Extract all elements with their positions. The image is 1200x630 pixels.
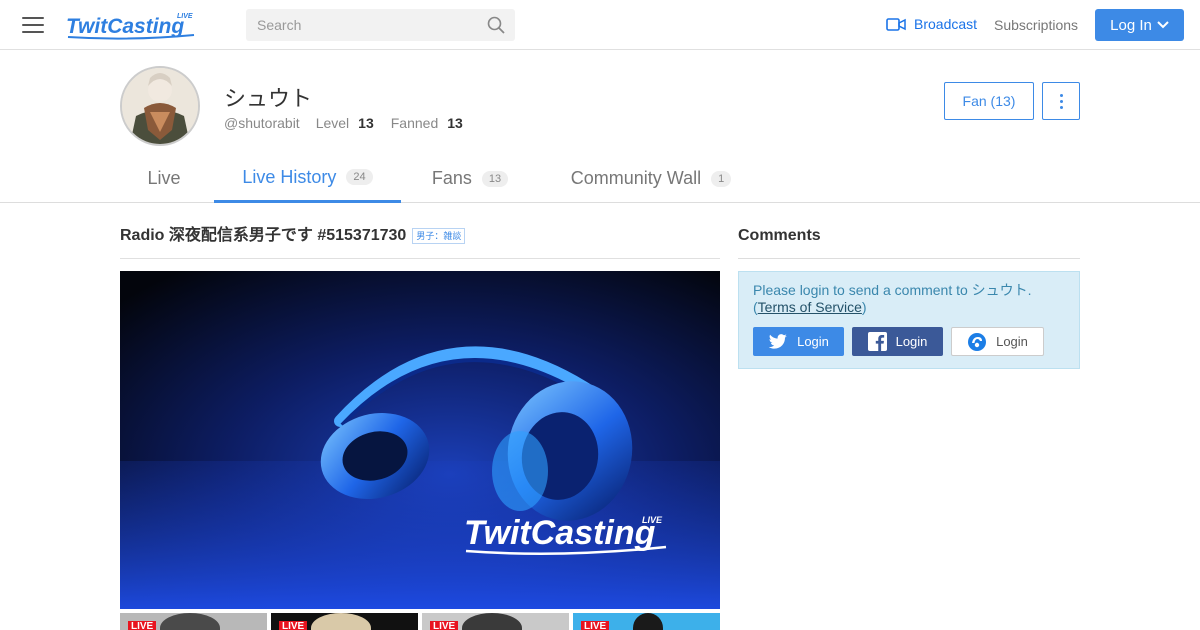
twitcasting-login-label: Login xyxy=(996,334,1028,349)
profile-name: シュウト xyxy=(224,86,313,111)
tab-count-badge: 24 xyxy=(346,169,373,185)
top-header: TwitCasting LIVE Broadcast Subscriptions… xyxy=(0,0,1200,50)
avatar[interactable] xyxy=(120,66,200,146)
fanned-value: 13 xyxy=(447,115,463,131)
thumbnail-image xyxy=(633,613,663,630)
category-tag[interactable]: 男子：雑談 xyxy=(412,228,466,244)
live-thumbnail[interactable]: LIVE xyxy=(120,613,267,630)
live-thumbnail[interactable]: LIVE xyxy=(271,613,418,630)
tab-count-badge: 13 xyxy=(481,170,509,187)
paren-close: ) xyxy=(861,299,867,315)
live-thumbnail-strip: LIVE LIVE LIVE LIVE xyxy=(120,613,720,630)
comment-login-box: Please login to send a comment to シュウト. … xyxy=(738,271,1080,369)
twitter-bird-icon xyxy=(768,333,787,349)
search-input[interactable] xyxy=(246,9,481,41)
login-prompt: Please login to send a comment to シュウト. … xyxy=(753,282,1071,316)
facebook-icon xyxy=(867,332,887,351)
stream-title-row: Radio 深夜配信系男子です #515371730 男子：雑談 xyxy=(120,227,720,259)
twitter-login-button[interactable]: Login xyxy=(753,327,844,356)
profile-meta: @shutorabit Level 13 Fanned 13 xyxy=(224,115,463,131)
tab-label: Live History xyxy=(242,166,337,187)
video-player[interactable]: TwitCasting LIVE xyxy=(120,271,720,609)
search-icon[interactable] xyxy=(487,16,505,34)
subscriptions-link[interactable]: Subscriptions xyxy=(994,17,1078,33)
profile-tabs: Live Live History 24 Fans 13 Community W… xyxy=(0,154,1200,203)
video-camera-icon xyxy=(886,17,906,31)
facebook-login-label: Login xyxy=(895,334,928,349)
tab-label: Community Wall xyxy=(570,168,702,188)
level-value: 13 xyxy=(358,115,374,131)
thumbnail-image xyxy=(311,613,371,630)
tab-live[interactable]: Live xyxy=(120,154,208,203)
avatar-image xyxy=(122,68,198,144)
tab-community-wall[interactable]: Community Wall 1 xyxy=(556,154,746,203)
live-badge: LIVE xyxy=(430,621,459,630)
live-badge: LIVE xyxy=(581,621,610,630)
broadcast-label: Broadcast xyxy=(914,16,978,32)
live-badge: LIVE xyxy=(279,621,308,630)
live-thumbnail[interactable]: LIVE xyxy=(422,613,569,630)
player-thumbnail-image: TwitCasting LIVE xyxy=(120,271,720,609)
comments-heading: Comments xyxy=(738,227,1080,259)
player-watermark-live: LIVE xyxy=(642,515,663,525)
logo-live-text: LIVE xyxy=(177,13,193,20)
tab-label: Fans xyxy=(431,168,472,188)
player-watermark: TwitCasting xyxy=(464,514,656,552)
live-badge: LIVE xyxy=(128,621,157,630)
tab-live-history[interactable]: Live History 24 xyxy=(214,154,401,203)
tab-label: Live xyxy=(147,168,181,188)
twitcasting-logo[interactable]: TwitCasting LIVE xyxy=(66,10,198,40)
broadcast-link[interactable]: Broadcast xyxy=(886,16,977,32)
more-options-button[interactable] xyxy=(1042,82,1080,120)
login-button[interactable]: Log In xyxy=(1095,9,1184,41)
more-dot-icon xyxy=(1059,93,1063,97)
more-dot-icon xyxy=(1059,105,1063,109)
tab-fans[interactable]: Fans 13 xyxy=(414,154,526,203)
chevron-down-icon xyxy=(1157,21,1169,29)
twitcasting-icon xyxy=(968,332,987,351)
logo-text: TwitCasting xyxy=(66,15,184,38)
terms-of-service-link[interactable]: Terms of Service xyxy=(758,299,862,315)
profile-handle: @shutorabit xyxy=(224,115,300,131)
level-label: Level xyxy=(315,115,350,131)
stream-title: Radio 深夜配信系男子です #515371730 xyxy=(120,227,407,244)
more-dot-icon xyxy=(1059,99,1063,103)
twitter-login-label: Login xyxy=(797,334,829,349)
facebook-login-button[interactable]: Login xyxy=(852,327,943,356)
live-thumbnail[interactable]: LIVE xyxy=(573,613,720,630)
search-bar xyxy=(246,9,515,41)
login-prompt-text: Please login to send a comment to シュウト. xyxy=(753,282,1032,298)
hamburger-menu-icon[interactable] xyxy=(22,17,44,33)
login-button-label: Log In xyxy=(1110,16,1152,34)
thumbnail-image xyxy=(462,613,522,630)
fanned-label: Fanned xyxy=(390,115,439,131)
fan-button[interactable]: Fan (13) xyxy=(944,82,1034,120)
tab-count-badge: 1 xyxy=(711,170,732,187)
twitcasting-login-button[interactable]: Login xyxy=(951,327,1044,356)
thumbnail-image xyxy=(160,613,220,630)
